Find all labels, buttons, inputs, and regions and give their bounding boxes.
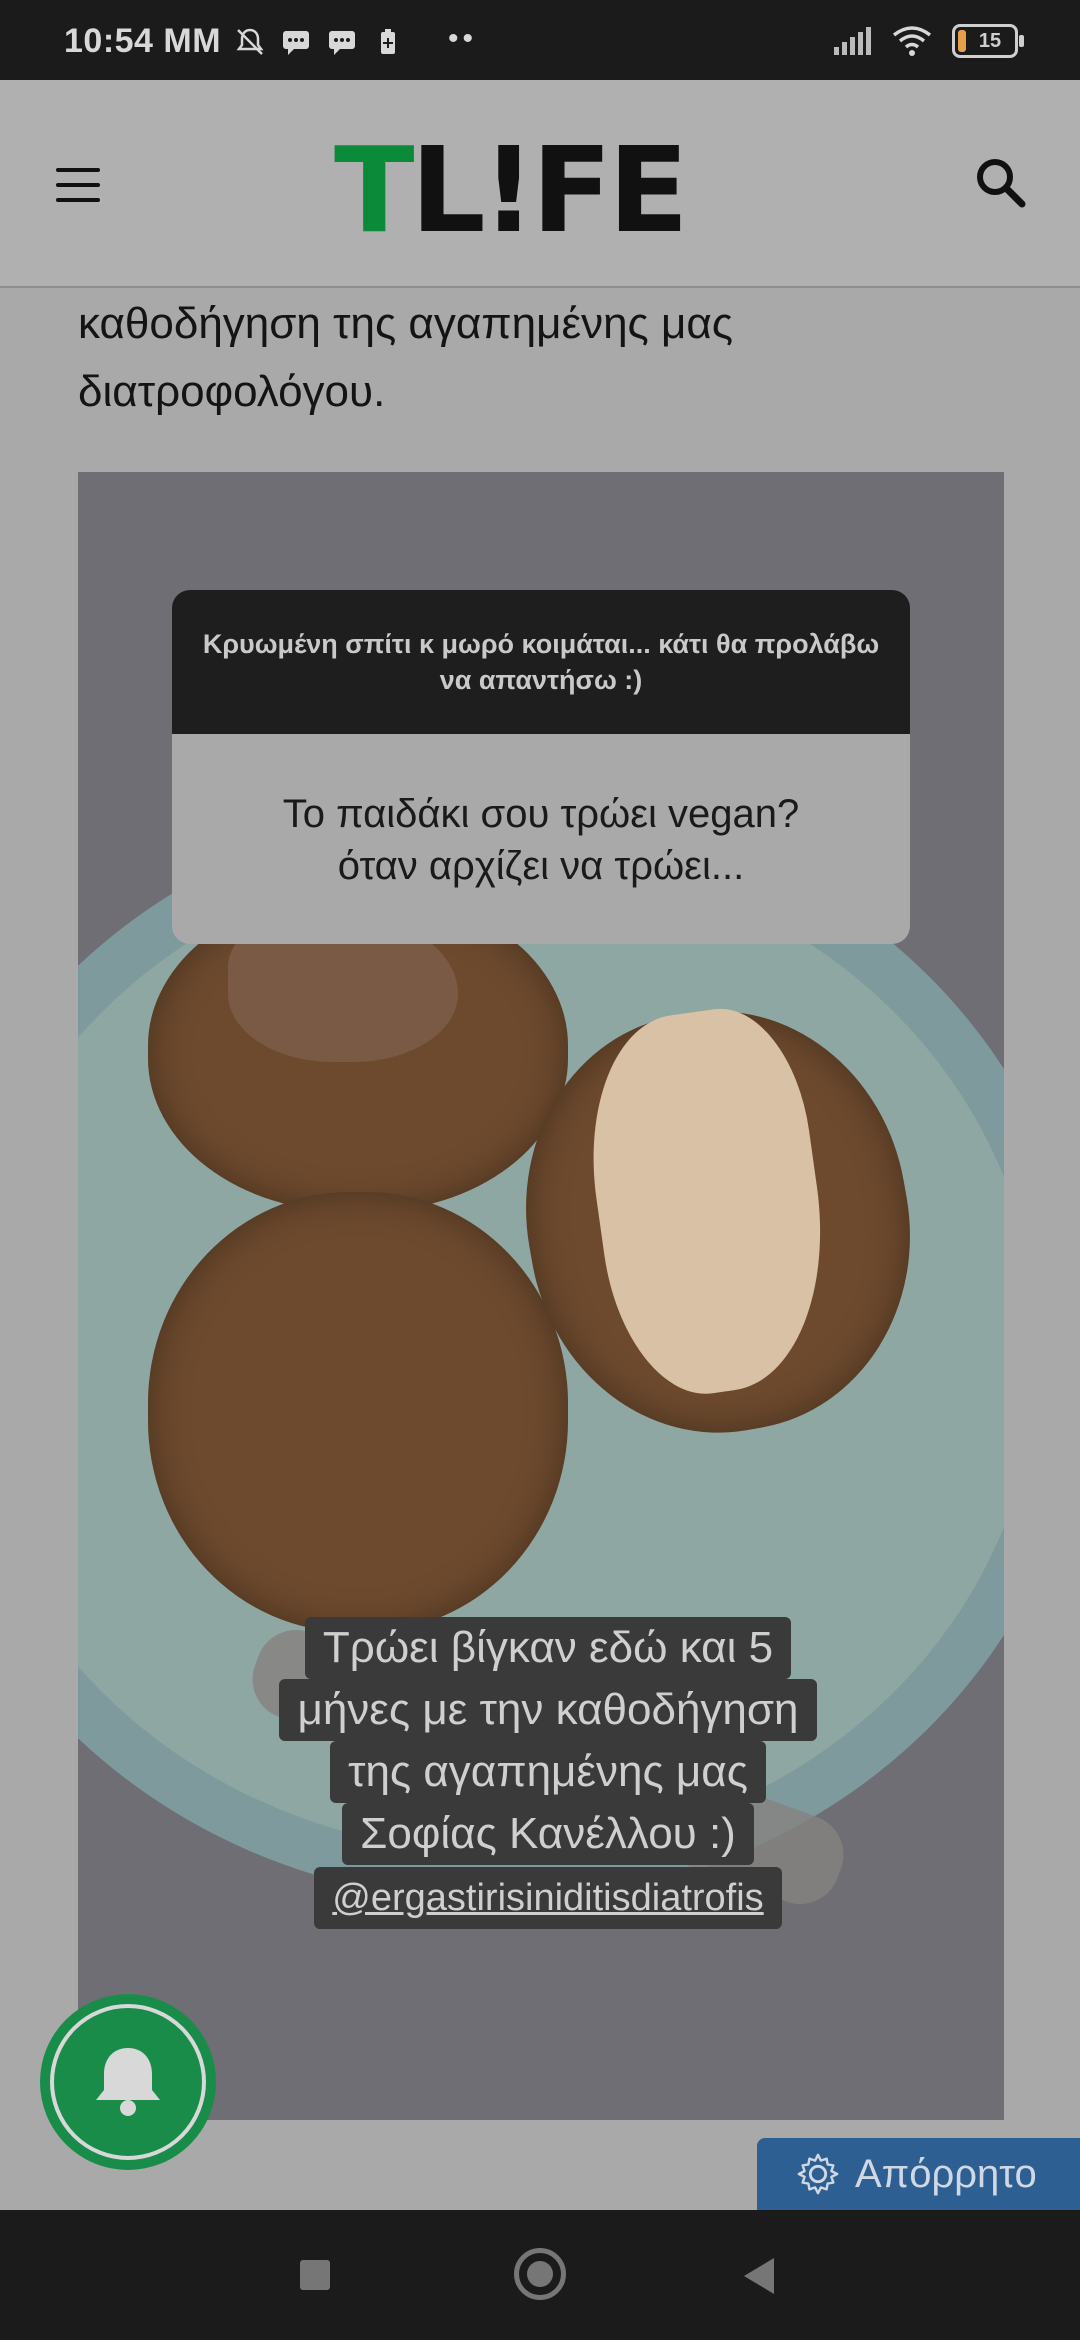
status-time: 10:54 MM xyxy=(64,22,222,60)
site-logo[interactable]: TL!FE xyxy=(334,130,689,250)
more-notifications-icon: •• xyxy=(448,22,478,55)
battery-level: 15 xyxy=(978,29,1002,52)
gear-icon xyxy=(797,2153,839,2195)
message-icon xyxy=(283,31,309,55)
hamburger-icon xyxy=(56,168,100,172)
caption-line: της αγαπημένης μας xyxy=(330,1741,766,1803)
menu-button[interactable] xyxy=(56,168,100,202)
status-bar: 10:54 MM •• 15 xyxy=(0,0,1080,80)
recent-apps-button[interactable] xyxy=(300,2260,330,2290)
notification-subscribe-button[interactable] xyxy=(40,1994,216,2170)
home-button[interactable] xyxy=(514,2248,566,2300)
caption-line: Τρώει βίγκαν εδώ και 5 xyxy=(304,1617,792,1679)
bell-icon xyxy=(96,2048,160,2116)
article-body-text: καθοδήγηση της αγαπημένης μας διατροφολό… xyxy=(78,290,978,426)
story-caption: Τρώει βίγκαν εδώ και 5 μήνες με την καθο… xyxy=(198,1617,898,1929)
notification-icons xyxy=(234,26,404,58)
privacy-label: Απόρρητο xyxy=(855,2151,1037,2196)
back-button[interactable] xyxy=(744,2258,774,2294)
signal-icon xyxy=(834,27,871,55)
privacy-settings-button[interactable]: Απόρρητο xyxy=(757,2138,1080,2210)
story-question-sticker: Κρυωμένη σπίτι κ μωρό κοιμάται... κάτι θ… xyxy=(172,590,910,944)
pancake xyxy=(148,1192,568,1632)
logo-rest: L!FE xyxy=(410,121,689,259)
caption-line: μήνες με την καθοδήγηση xyxy=(279,1679,817,1741)
message-icon xyxy=(329,31,355,55)
question-header: Κρυωμένη σπίτι κ μωρό κοιμάται... κάτι θ… xyxy=(172,590,910,734)
caption-line: Σοφίας Κανέλλου :) xyxy=(342,1803,754,1865)
mute-bell-icon xyxy=(236,28,264,55)
search-icon[interactable] xyxy=(972,154,1028,210)
system-icons: 15 xyxy=(832,24,1024,58)
wifi-icon xyxy=(892,26,932,56)
question-text: Το παιδάκι σου τρώει vegan? όταν αρχίζει… xyxy=(172,734,910,944)
system-navigation-bar xyxy=(0,2210,1080,2340)
instagram-story-image: Κρυωμένη σπίτι κ μωρό κοιμάται... κάτι θ… xyxy=(78,472,1004,2120)
caption-handle: @ergastirisiniditisdiatrofis xyxy=(314,1867,782,1929)
battery-saver-icon xyxy=(381,29,395,54)
article-text-line: διατροφολόγου. xyxy=(78,367,386,416)
site-header: TL!FE xyxy=(0,80,1080,288)
battery-icon: 15 xyxy=(952,24,1024,58)
logo-letter-t: T xyxy=(334,121,414,259)
article-text-line: καθοδήγηση της αγαπημένης μας xyxy=(78,299,733,348)
